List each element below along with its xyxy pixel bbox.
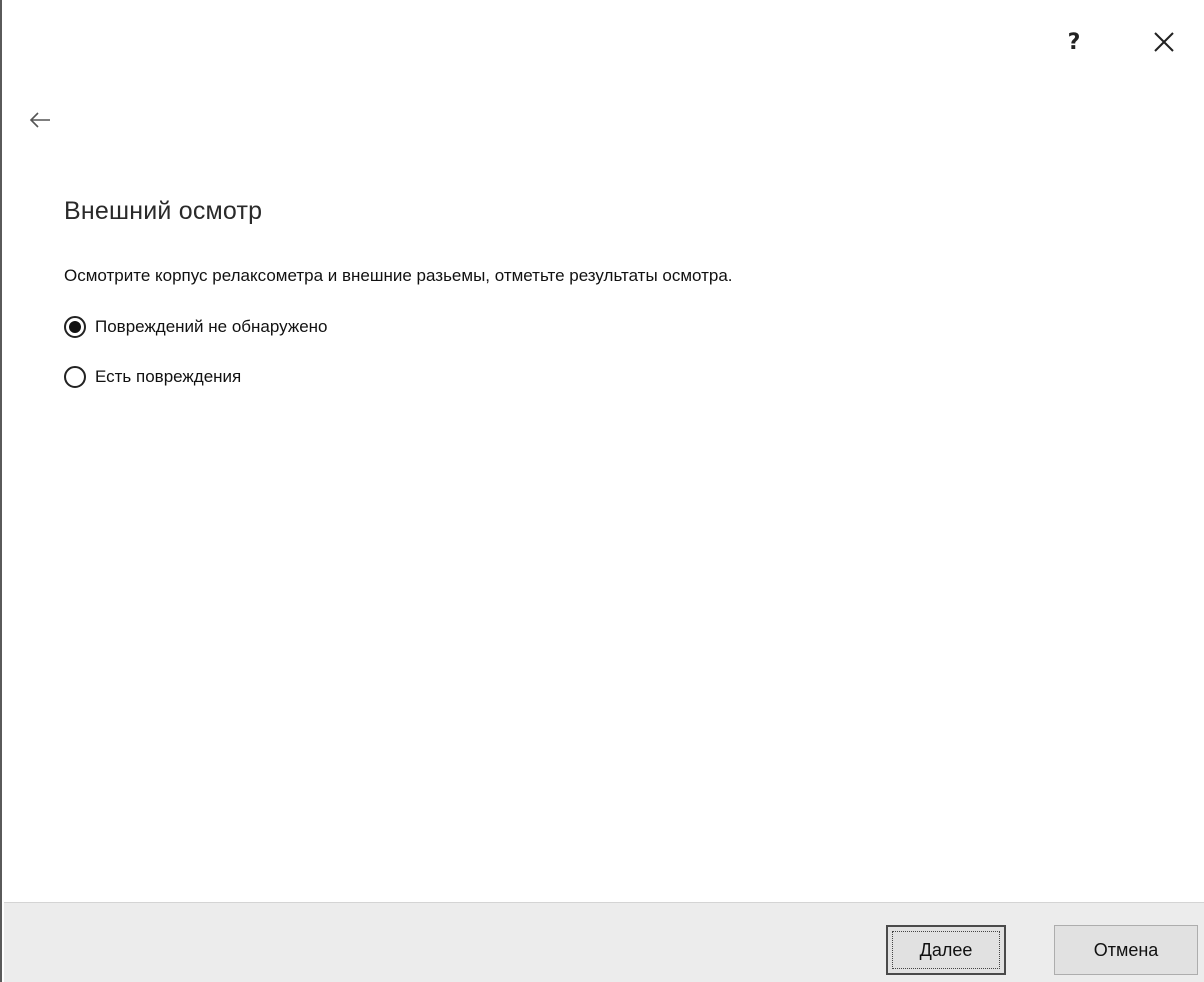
radio-button-checked[interactable] bbox=[64, 316, 86, 338]
back-button[interactable] bbox=[22, 102, 58, 138]
radio-label: Повреждений не обнаружено bbox=[95, 317, 328, 336]
help-button[interactable]: ? bbox=[1052, 22, 1096, 62]
next-button[interactable]: Далее bbox=[886, 925, 1006, 975]
inspection-result-radio-group: Повреждений не обнаружено Есть поврежден… bbox=[64, 312, 328, 412]
wizard-window: ? Внешний осмотр Осмотрите корпус релакс… bbox=[0, 0, 1204, 982]
instructions-text: Осмотрите корпус релаксометра и внешние … bbox=[64, 266, 733, 285]
radio-dot-icon bbox=[69, 321, 81, 333]
arrow-left-icon bbox=[29, 112, 50, 128]
wizard-footer: Далее Отмена bbox=[4, 902, 1204, 982]
radio-option-damage-found[interactable]: Есть повреждения bbox=[64, 362, 328, 392]
radio-label: Есть повреждения bbox=[95, 367, 242, 386]
radio-option-no-damage[interactable]: Повреждений не обнаружено bbox=[64, 312, 328, 342]
page-title: Внешний осмотр bbox=[64, 197, 263, 225]
next-button-label: Далее bbox=[892, 931, 1000, 969]
close-icon bbox=[1154, 32, 1174, 52]
cancel-button[interactable]: Отмена bbox=[1054, 925, 1198, 975]
radio-button-unchecked[interactable] bbox=[64, 366, 86, 388]
close-button[interactable] bbox=[1142, 22, 1186, 62]
help-icon: ? bbox=[1067, 29, 1081, 55]
